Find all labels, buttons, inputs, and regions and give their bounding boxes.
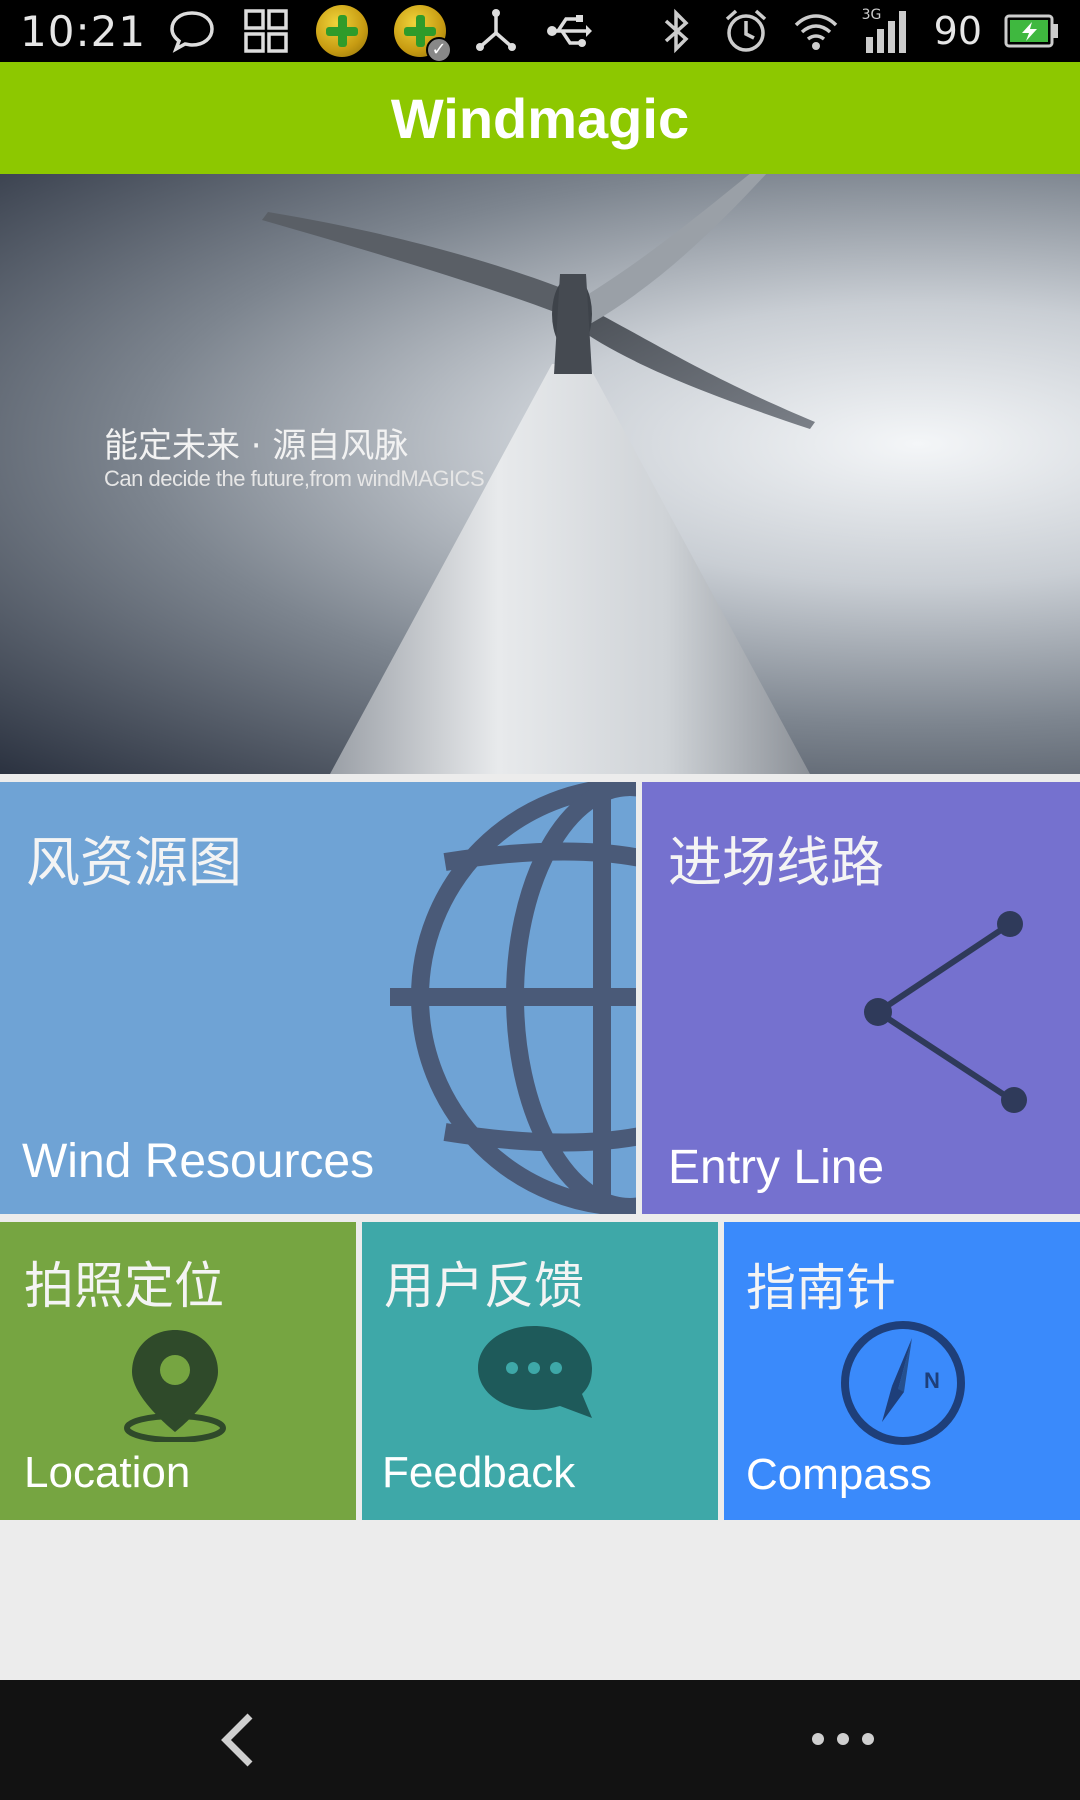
- network-type-label: 3G: [861, 7, 882, 23]
- map-pin-icon: [124, 1330, 226, 1442]
- globe-icon: [390, 782, 636, 1214]
- check-icon: ✓: [426, 37, 453, 63]
- grid-icon: [244, 9, 288, 53]
- hero-slogan-en: Can decide the future,from windMAGICS: [104, 466, 485, 491]
- app-bar: Windmagic: [0, 62, 1080, 174]
- chat-icon: [478, 1326, 592, 1418]
- status-icons-right: 3G 90: [652, 7, 1060, 55]
- battery-charging-icon: [1004, 14, 1058, 48]
- tile-compass-en: Compass: [746, 1450, 932, 1499]
- chat-bubble-icon: [170, 11, 214, 53]
- tile-location[interactable]: 拍照定位 Location: [0, 1222, 356, 1520]
- compass-icon: N: [841, 1321, 965, 1445]
- compass-n-label: N: [924, 1368, 940, 1393]
- tile-entry-line-cn: 进场线路: [668, 831, 884, 894]
- tile-entry-line-en: Entry Line: [668, 1141, 885, 1194]
- signal-icon: 3G: [862, 7, 912, 55]
- alarm-icon: [725, 9, 766, 52]
- app-badge-icon: [316, 5, 369, 57]
- hero-slogan-cn: 能定未来 · 源自风脉: [104, 426, 409, 466]
- status-icons-left: ✓: [168, 5, 594, 63]
- tile-location-en: Location: [24, 1448, 191, 1497]
- hero-banner[interactable]: 能定未来 · 源自风脉 Can decide the future,from w…: [0, 174, 1080, 774]
- nav-bar: [0, 1680, 1080, 1800]
- bluetooth-icon: [664, 8, 689, 54]
- share-icon: [864, 911, 1027, 1113]
- tile-wind-resources-cn: 风资源图: [26, 831, 242, 894]
- status-time: 10:21: [20, 6, 147, 56]
- app-badge-check-icon: ✓: [394, 5, 453, 63]
- tile-entry-line[interactable]: 进场线路 Entry Line: [642, 782, 1080, 1214]
- back-chevron-icon[interactable]: [210, 1710, 270, 1770]
- app-title: Windmagic: [390, 86, 690, 150]
- battery-level: 90: [933, 9, 982, 53]
- usb-icon: [547, 15, 593, 47]
- tile-wind-resources[interactable]: 风资源图 Wind Resources: [0, 782, 636, 1214]
- tile-location-cn: 拍照定位: [24, 1257, 224, 1315]
- tile-compass-cn: 指南针: [746, 1259, 896, 1317]
- tile-feedback-en: Feedback: [382, 1448, 576, 1497]
- status-bar: 10:21 ✓ 3G 90: [0, 0, 1080, 63]
- tile-compass[interactable]: N 指南针 Compass: [724, 1222, 1080, 1520]
- usb-debug-icon: [476, 9, 517, 51]
- tile-feedback[interactable]: 用户反馈 Feedback: [362, 1222, 718, 1520]
- more-dots-icon[interactable]: [808, 1724, 878, 1754]
- tile-feedback-cn: 用户反馈: [384, 1257, 584, 1315]
- wifi-icon: [794, 14, 837, 50]
- tile-wind-resources-en: Wind Resources: [22, 1135, 375, 1188]
